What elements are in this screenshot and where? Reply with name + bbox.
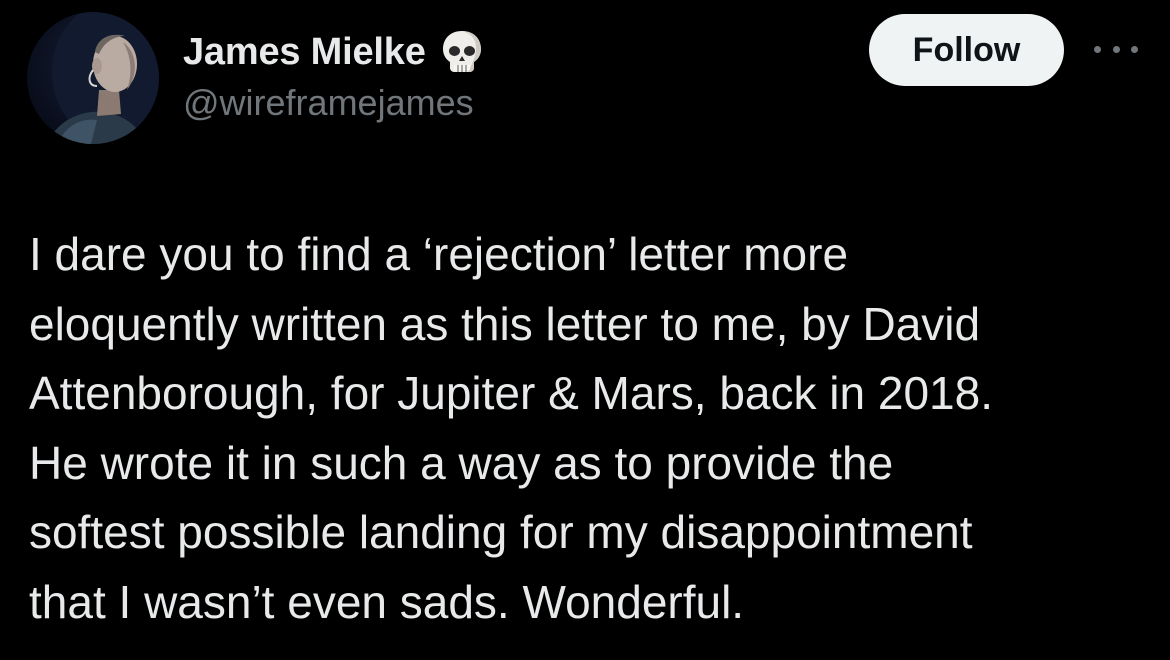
- more-options-icon[interactable]: [1094, 37, 1138, 61]
- more-dot: [1131, 45, 1138, 53]
- author-name-row: James Mielke: [183, 28, 484, 76]
- more-dot: [1094, 45, 1101, 53]
- tweet-line: eloquently written as this letter to me,…: [29, 297, 981, 350]
- tweet-card: James Mielke @wireframejames Follow I da…: [0, 0, 1170, 660]
- tweet-line: I dare you to find a ‘rejection’ letter …: [29, 228, 849, 280]
- tweet-line: Attenborough, for Jupiter & Mars, back i…: [29, 367, 993, 419]
- tweet-line: that I wasn’t even sads. Wonderful.: [29, 575, 745, 628]
- tweet-line: softest possible landing for my disappoi…: [29, 506, 973, 558]
- skull-icon: [440, 28, 484, 76]
- tweet-line: He wrote it in such a way as to provide …: [29, 436, 894, 489]
- avatar[interactable]: [27, 12, 159, 144]
- display-name[interactable]: James Mielke: [183, 31, 426, 74]
- tweet-body: I dare you to find a ‘rejection’ letter …: [29, 220, 1139, 637]
- follow-button[interactable]: Follow: [869, 14, 1064, 86]
- avatar-portrait: [47, 12, 159, 144]
- more-dot: [1112, 45, 1120, 53]
- user-handle[interactable]: @wireframejames: [183, 82, 474, 124]
